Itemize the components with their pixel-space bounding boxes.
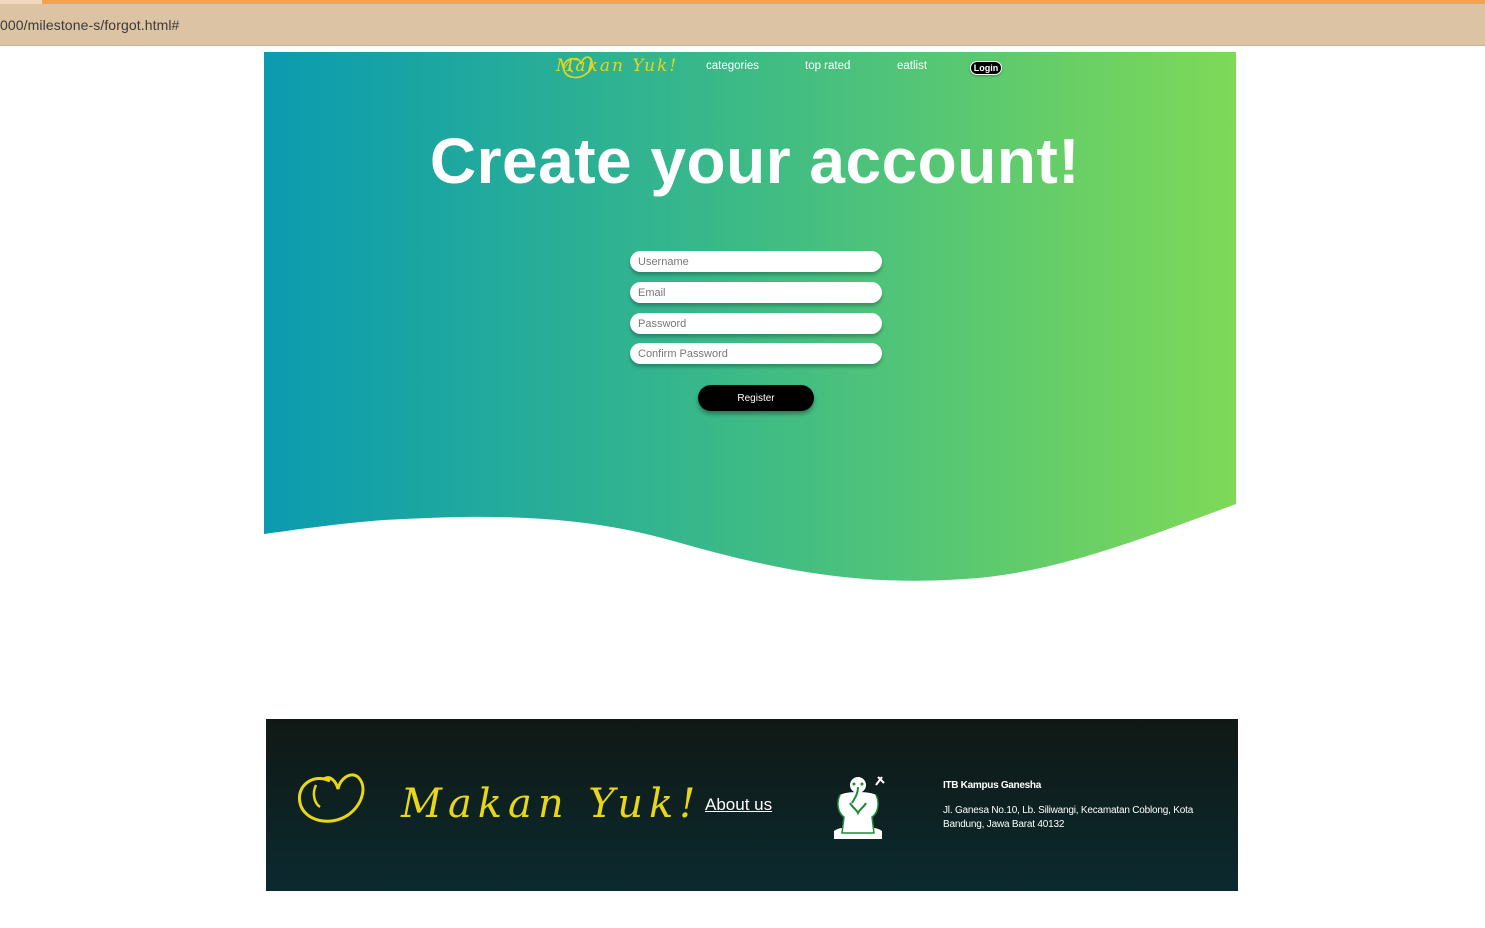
footer-brand-name: Makan Yuk! xyxy=(401,781,702,827)
footer: Makan Yuk! About us ITB Kampus Ganesha J… xyxy=(266,719,1238,891)
address-text: Jl. Ganesa No.10, Lb. Siliwangi, Kecamat… xyxy=(943,805,1194,830)
browser-address-bar[interactable]: 000/milestone-s/forgot.html# xyxy=(0,4,1485,46)
brand-name[interactable]: Makan Yuk! xyxy=(556,56,678,76)
password-input[interactable]: Password xyxy=(630,313,882,334)
nav-categories[interactable]: categories xyxy=(706,60,759,72)
confirm-password-input[interactable]: Confirm Password xyxy=(630,343,882,364)
itb-ganesha-icon xyxy=(834,776,885,839)
footer-logo-icon xyxy=(297,773,365,823)
nav-top-rated[interactable]: top rated xyxy=(805,60,850,72)
email-input[interactable]: Email xyxy=(630,282,882,303)
hero-section: Makan Yuk! categories top rated eatlist … xyxy=(264,52,1236,582)
register-button[interactable]: Register xyxy=(698,385,814,411)
page-title: Create your account! xyxy=(429,125,1081,197)
address-title: ITB Kampus Ganesha xyxy=(943,780,1041,791)
about-us-link[interactable]: About us xyxy=(705,795,772,815)
username-input[interactable]: Username xyxy=(630,251,882,272)
url-text[interactable]: 000/milestone-s/forgot.html# xyxy=(0,17,179,33)
page-viewport: Makan Yuk! categories top rated eatlist … xyxy=(0,47,1485,928)
login-button[interactable]: Login xyxy=(970,61,1002,75)
nav-eatlist[interactable]: eatlist xyxy=(897,60,927,72)
